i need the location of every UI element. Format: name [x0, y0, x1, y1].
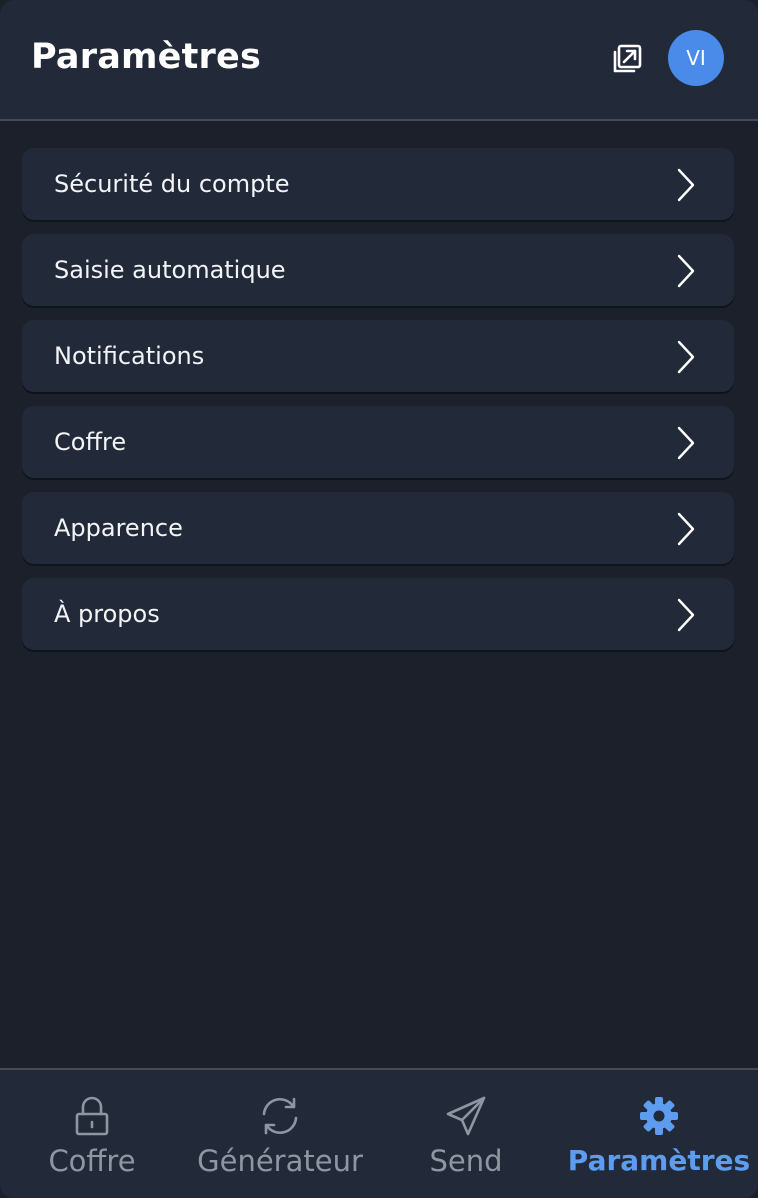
popout-icon: [613, 44, 642, 73]
tab-send[interactable]: Send: [416, 1070, 516, 1198]
page-title: Paramètres: [31, 37, 261, 77]
tab-label: Coffre: [48, 1144, 136, 1178]
paper-plane-icon: [446, 1096, 486, 1136]
chevron-right-icon: [677, 254, 695, 288]
chevron-right-icon: [677, 168, 695, 202]
avatar[interactable]: VI: [668, 30, 724, 86]
chevron-right-icon: [677, 512, 695, 546]
menu-item-appearance[interactable]: Apparence: [22, 492, 734, 564]
menu-item-about[interactable]: À propos: [22, 578, 734, 650]
popout-button[interactable]: [605, 39, 647, 81]
menu-item-autofill[interactable]: Saisie automatique: [22, 234, 734, 306]
menu-item-vault[interactable]: Coffre: [22, 406, 734, 478]
avatar-initials: VI: [686, 46, 706, 70]
chevron-right-icon: [677, 340, 695, 374]
app-window: Paramètres VI Sécurité du compte Saisie …: [0, 0, 758, 1198]
menu-item-label: Coffre: [54, 428, 127, 456]
tab-settings[interactable]: Paramètres: [566, 1070, 752, 1198]
menu-item-label: Notifications: [54, 342, 205, 370]
menu-item-account-security[interactable]: Sécurité du compte: [22, 148, 734, 220]
refresh-icon: [262, 1097, 298, 1135]
chevron-right-icon: [677, 598, 695, 632]
tab-label: Générateur: [197, 1144, 363, 1178]
menu-item-label: Saisie automatique: [54, 256, 286, 284]
tab-generator[interactable]: Générateur: [190, 1070, 370, 1198]
settings-menu: Sécurité du compte Saisie automatique No…: [22, 148, 734, 664]
bottom-nav: Coffre Générateur Send Paramètres: [0, 1068, 758, 1198]
menu-item-label: Apparence: [54, 514, 183, 542]
menu-item-label: Sécurité du compte: [54, 170, 290, 198]
chevron-right-icon: [677, 426, 695, 460]
menu-item-notifications[interactable]: Notifications: [22, 320, 734, 392]
tab-label: Send: [429, 1144, 503, 1178]
lock-icon: [75, 1096, 109, 1136]
header: Paramètres VI: [0, 0, 758, 121]
tab-vault[interactable]: Coffre: [30, 1070, 154, 1198]
gear-icon: [640, 1097, 678, 1135]
menu-item-label: À propos: [54, 600, 160, 628]
tab-label: Paramètres: [567, 1144, 751, 1177]
